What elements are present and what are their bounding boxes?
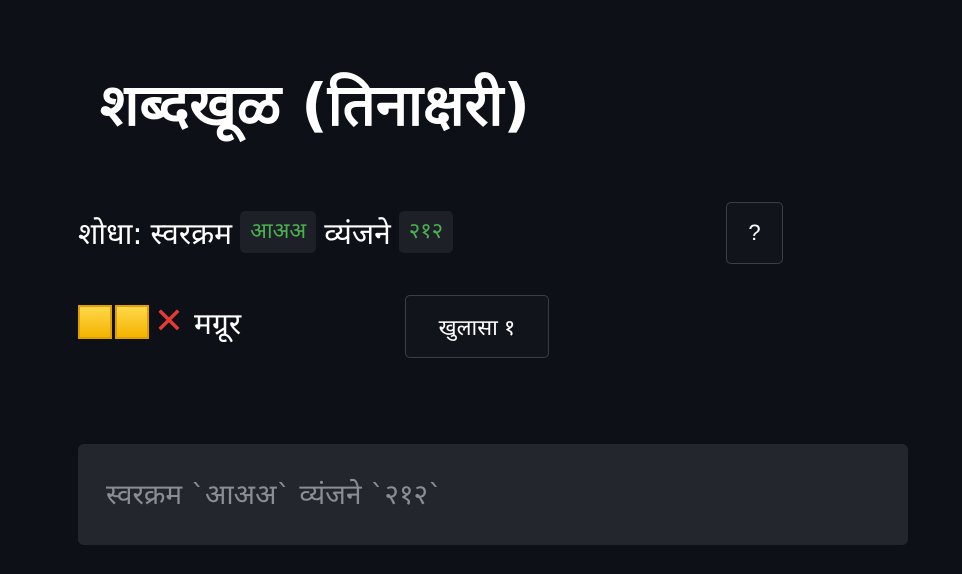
reveal-button[interactable]: खुलासा १ [405,295,549,358]
cross-icon: ✕ [153,301,185,342]
tile-yellow [115,305,149,339]
consonants-label: व्यंजने [324,216,391,252]
guess-row: ✕ मग्रूर [78,300,241,344]
consonants-code: २१२ [398,211,454,253]
hint-row: शोधा: स्वरक्रम आअअ व्यंजने २१२ [78,208,454,256]
vowel-order-label: स्वरक्रम [150,216,233,252]
hint-label: शोधा: [78,216,143,252]
guess-word: मग्रूर [194,306,242,342]
vowel-order-code: आअअ [240,211,317,253]
page-title: शब्दखूळ (तिनाक्षरी) [100,71,530,139]
tile-yellow [78,305,112,339]
help-button[interactable]: ? [726,202,783,264]
answer-input[interactable] [78,444,908,545]
